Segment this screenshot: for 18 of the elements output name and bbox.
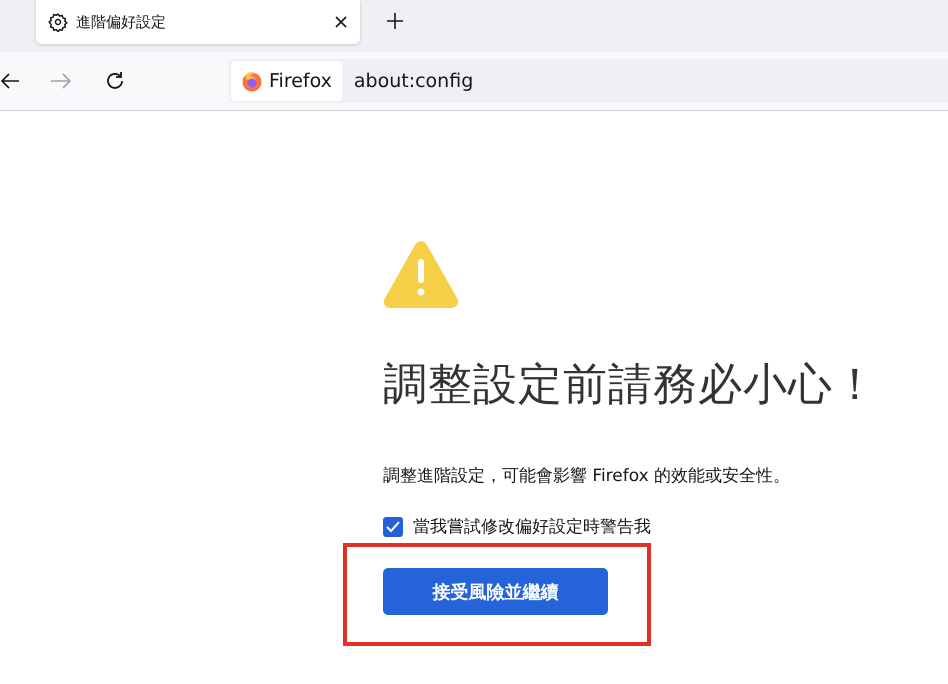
reload-icon[interactable] [104,70,126,92]
checkbox-label: 當我嘗試修改偏好設定時警告我 [413,516,651,538]
settings-icon [48,12,68,32]
accept-risk-button[interactable]: 接受風險並繼續 [383,568,608,615]
address-bar[interactable]: Firefox about:config [229,59,948,103]
back-icon[interactable] [0,72,20,90]
browser-logo-icon [241,70,263,92]
identity-label: Firefox [269,70,332,92]
new-tab-icon[interactable] [386,12,404,30]
warning-title: 調整設定前請務必小心！ [383,358,878,412]
warning-icon [383,239,459,309]
identity-box[interactable]: Firefox [231,61,342,101]
warn-checkbox[interactable] [383,516,403,536]
url-text: about:config [354,70,474,92]
warning-description: 調整進階設定，可能會影響 Firefox 的效能或安全性。 [383,465,790,487]
browser-tab[interactable]: 進階偏好設定 [36,0,360,44]
tab-title: 進階偏好設定 [76,12,167,32]
close-icon[interactable] [334,15,348,29]
